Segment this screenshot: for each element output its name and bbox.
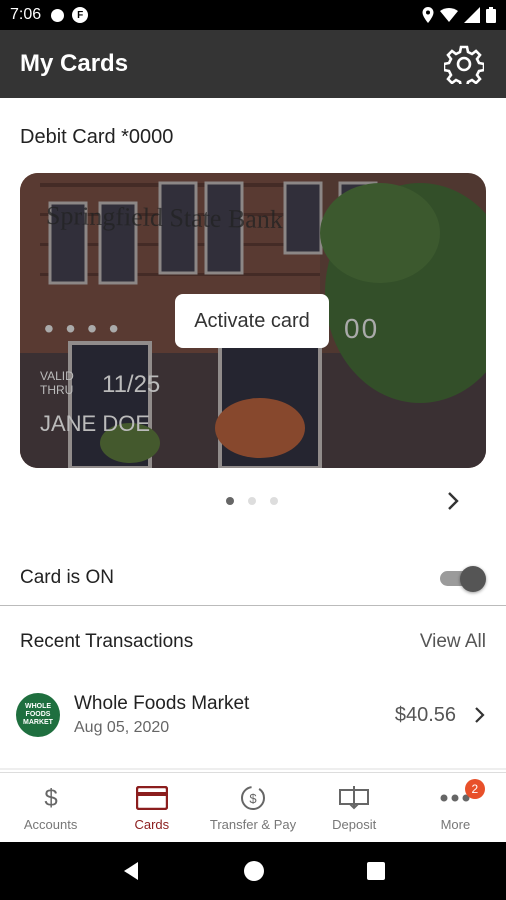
app-notification-icon: F bbox=[72, 7, 89, 23]
wifi-icon bbox=[440, 8, 458, 22]
nav-deposit[interactable]: Deposit bbox=[304, 773, 405, 842]
gear-icon bbox=[444, 45, 484, 84]
svg-text:$: $ bbox=[249, 791, 257, 806]
bank-name: Springfield State Bank bbox=[45, 200, 284, 235]
list-divider bbox=[0, 768, 506, 770]
thru-label: THRU bbox=[40, 383, 74, 397]
recents-icon[interactable] bbox=[366, 861, 386, 881]
card-pager bbox=[226, 497, 278, 505]
nav-label: Deposit bbox=[332, 817, 377, 832]
nav-transfer-pay[interactable]: $ Transfer & Pay bbox=[202, 773, 303, 842]
card-number-tail: 00 bbox=[344, 313, 380, 344]
view-all-link[interactable]: View All bbox=[420, 631, 486, 653]
transaction-info: Whole Foods Market Aug 05, 2020 bbox=[74, 693, 249, 737]
system-navigation-bar bbox=[0, 842, 506, 900]
transaction-amount: $40.56 bbox=[394, 703, 456, 726]
status-time: 7:06 bbox=[10, 6, 42, 23]
deposit-icon bbox=[339, 786, 370, 810]
svg-text:$: $ bbox=[44, 785, 57, 812]
valid-thru-label: VALID THRU bbox=[40, 369, 74, 397]
card-status-row: Card is ON bbox=[0, 550, 506, 606]
card-status-label: Card is ON bbox=[20, 566, 114, 588]
signal-icon bbox=[464, 7, 480, 23]
nav-label: More bbox=[440, 817, 471, 832]
card-expiry: 11/25 bbox=[102, 371, 161, 398]
transaction-row[interactable]: WHOLE FOODS MARKET Whole Foods Market Au… bbox=[0, 682, 506, 748]
merchant-name: Whole Foods Market bbox=[74, 693, 250, 714]
transfer-icon: $ bbox=[241, 786, 265, 810]
card-on-toggle[interactable] bbox=[440, 565, 486, 592]
card-number-mask: • • • • bbox=[44, 313, 121, 344]
notification-badge: 2 bbox=[464, 779, 485, 799]
valid-label: VALID bbox=[40, 369, 74, 383]
card-title: Debit Card *0000 bbox=[20, 126, 174, 148]
next-card-chevron-icon[interactable] bbox=[442, 490, 464, 512]
location-icon bbox=[422, 7, 434, 23]
nav-accounts[interactable]: $ Accounts bbox=[0, 773, 101, 842]
card-holder: JANE DOE bbox=[40, 411, 151, 436]
bottom-navigation: $ Accounts Cards $ Transfer & Pay Deposi… bbox=[0, 772, 506, 842]
nav-label: Accounts bbox=[23, 817, 78, 832]
card-icon bbox=[135, 786, 168, 810]
nav-cards[interactable]: Cards bbox=[101, 773, 202, 842]
pager-dot[interactable] bbox=[226, 497, 234, 505]
activate-card-button[interactable]: Activate card bbox=[175, 294, 329, 348]
nav-label: Cards bbox=[134, 817, 170, 832]
nav-more[interactable]: More 2 bbox=[405, 773, 506, 842]
settings-button[interactable] bbox=[442, 42, 486, 86]
app-bar: My Cards bbox=[0, 30, 506, 98]
battery-icon bbox=[486, 7, 496, 23]
back-icon[interactable] bbox=[120, 860, 142, 882]
toggle-thumb bbox=[460, 565, 486, 592]
more-icon bbox=[440, 794, 470, 802]
status-bar: 7:06 F bbox=[0, 0, 506, 30]
page-title: My Cards bbox=[20, 50, 129, 77]
pager-dot[interactable] bbox=[270, 497, 278, 505]
pager-dot[interactable] bbox=[248, 497, 256, 505]
chevron-right-icon bbox=[475, 707, 485, 723]
nav-label: Transfer & Pay bbox=[209, 817, 297, 832]
transaction-date: Aug 05, 2020 bbox=[74, 719, 170, 736]
debit-card[interactable]: Springfield State Bank • • • • 00 VALID … bbox=[20, 173, 486, 468]
recent-transactions-title: Recent Transactions bbox=[20, 631, 194, 652]
home-icon[interactable] bbox=[243, 860, 265, 882]
card-number: • • • • 00 bbox=[44, 313, 377, 345]
dollar-icon: $ bbox=[44, 785, 57, 812]
recent-transactions-header: Recent Transactions View All bbox=[0, 620, 506, 664]
notification-dot-icon bbox=[51, 8, 65, 22]
merchant-logo: WHOLE FOODS MARKET bbox=[16, 693, 60, 737]
